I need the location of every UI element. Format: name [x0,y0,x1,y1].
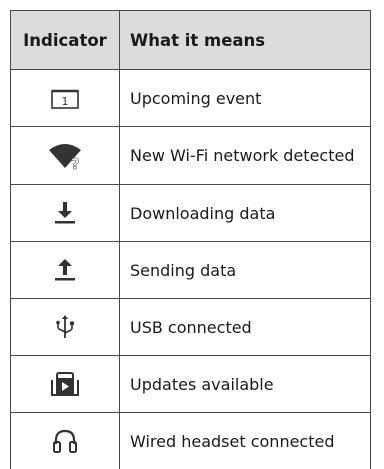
table-header-row: Indicator What it means [11,11,371,70]
indicator-table: Indicator What it means 1 Upcoming event [10,10,371,469]
download-icon [54,201,76,225]
meaning-column-header: What it means [120,11,371,70]
indicator-cell: ? [11,127,120,185]
calendar-icon: 1 [51,87,79,109]
meaning-cell: USB connected [120,299,371,356]
table-row: Sending data [11,242,371,299]
table-row: Wired headset connected [11,413,371,469]
table-row: 1 Upcoming event [11,70,371,127]
indicator-cell [11,356,120,413]
svg-text:?: ? [71,155,80,170]
table-row: Updates available [11,356,371,413]
meaning-cell: New Wi-Fi network detected [120,127,371,185]
wifi-unknown-icon: ? [47,142,83,170]
indicator-cell [11,185,120,242]
usb-icon [56,315,74,339]
meaning-cell: Upcoming event [120,70,371,127]
indicator-column-header: Indicator [11,11,120,70]
headset-icon [52,428,78,454]
indicator-cell [11,242,120,299]
indicator-cell: 1 [11,70,120,127]
upload-icon [54,258,76,282]
indicator-cell [11,413,120,469]
table-row: USB connected [11,299,371,356]
indicator-cell [11,299,120,356]
calendar-icon-number: 1 [62,95,69,108]
table-row: ? New Wi-Fi network detected [11,127,371,185]
meaning-cell: Wired headset connected [120,413,371,469]
table-row: Downloading data [11,185,371,242]
meaning-cell: Sending data [120,242,371,299]
play-store-icon [51,372,79,396]
meaning-cell: Updates available [120,356,371,413]
meaning-cell: Downloading data [120,185,371,242]
